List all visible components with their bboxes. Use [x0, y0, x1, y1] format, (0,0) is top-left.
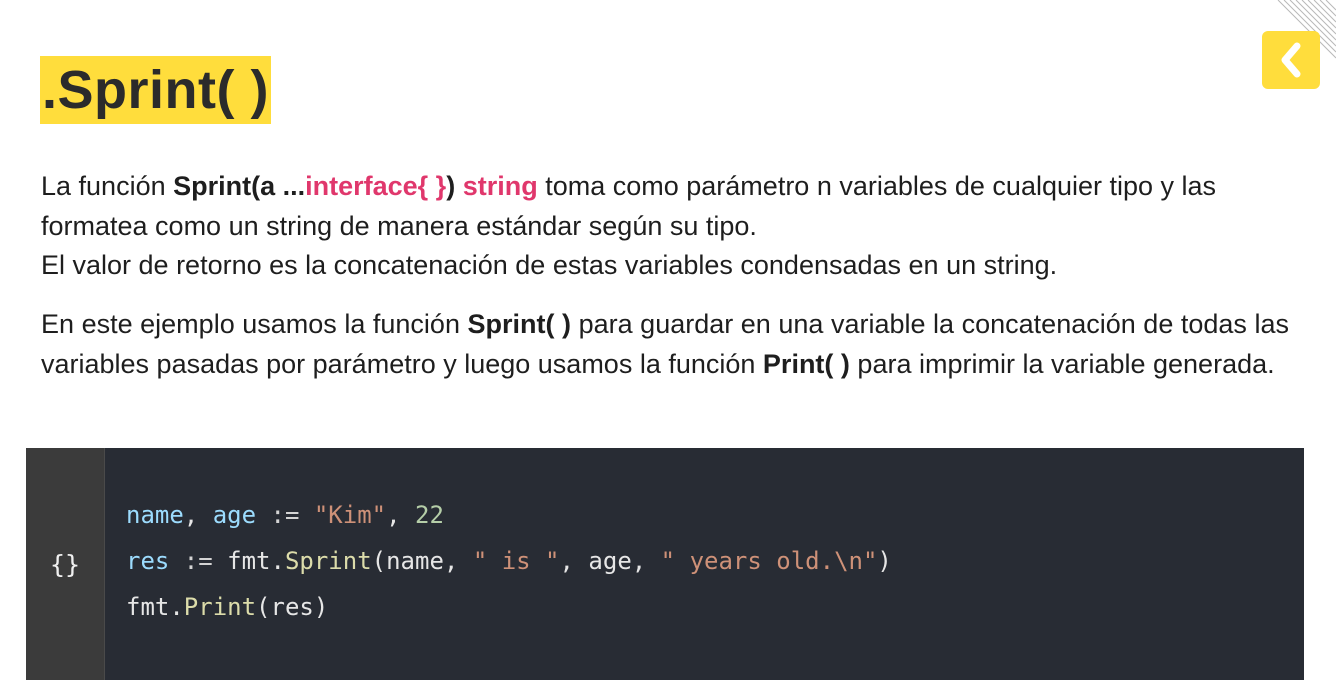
- signature-interface: interface{ }: [305, 171, 447, 201]
- signature-sprint: Sprint(a ...: [173, 171, 306, 201]
- code-token: " is ": [472, 547, 560, 575]
- text-return-value: El valor de retorno es la concatenación …: [41, 250, 1058, 280]
- code-token: ,: [386, 501, 416, 529]
- code-token: ,: [183, 501, 213, 529]
- code-token: (res): [256, 593, 329, 621]
- code-token: 22: [415, 501, 444, 529]
- chevron-left-icon: [1281, 42, 1301, 78]
- back-button[interactable]: [1262, 31, 1320, 89]
- code-token: res: [126, 547, 170, 575]
- code-token: :=: [256, 501, 314, 529]
- code-gutter: {}: [26, 448, 105, 680]
- signature-paren: ): [446, 171, 456, 201]
- code-block: {} name, age := "Kim", 22 res := fmt.Spri…: [26, 448, 1304, 680]
- code-content: name, age := "Kim", 22 res := fmt.Sprint(…: [126, 492, 892, 630]
- text-example-intro: En este ejemplo usamos la función: [41, 309, 468, 339]
- page-title: .Sprint( ): [42, 60, 269, 120]
- code-line: name, age := "Kim", 22: [126, 492, 892, 538]
- code-token: fmt.: [126, 593, 184, 621]
- text-intro: La función: [41, 171, 174, 201]
- code-token: "Kim": [313, 501, 387, 529]
- title-highlight: .Sprint( ): [40, 56, 271, 124]
- code-token: Sprint: [284, 547, 372, 575]
- text-example-end: para imprimir la variable generada.: [849, 348, 1275, 379]
- code-token: (name,: [371, 547, 473, 575]
- code-token: name: [126, 501, 184, 529]
- text-print-bold: Print( ): [762, 348, 850, 379]
- code-line: res := fmt.Sprint(name, " is ", age, " y…: [126, 538, 892, 584]
- code-token: age: [212, 501, 257, 529]
- code-token: Print: [183, 593, 257, 621]
- braces-icon: {}: [50, 550, 81, 579]
- code-token: ): [877, 547, 892, 575]
- example-paragraph: En este ejemplo usamos la función Sprint…: [41, 305, 1289, 384]
- code-token: :=: [169, 547, 228, 575]
- code-token: , age,: [559, 547, 661, 575]
- description-paragraph: La función Sprint(a ...interface{ }) str…: [41, 167, 1301, 286]
- code-token: " years old.\n": [660, 547, 878, 575]
- code-line: fmt.Print(res): [126, 584, 892, 630]
- signature-string: string: [455, 171, 538, 201]
- slide-page: .Sprint( ) La función Sprint(a ...interf…: [0, 0, 1336, 692]
- code-token: fmt.: [227, 547, 285, 575]
- text-sprint-bold: Sprint( ): [467, 309, 572, 339]
